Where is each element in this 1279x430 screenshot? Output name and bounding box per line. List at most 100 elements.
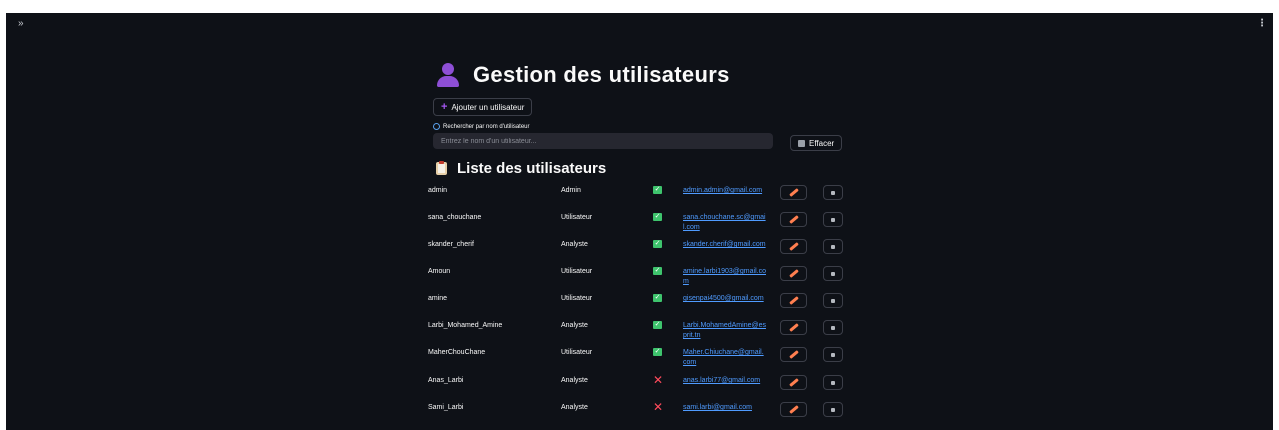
app-window: » ⋮ Gestion des utilisateurs + Ajouter u… <box>6 13 1273 430</box>
pencil-icon <box>788 269 799 278</box>
main-menu-button[interactable]: ⋮ <box>1257 18 1267 29</box>
add-user-button[interactable]: + Ajouter un utilisateur <box>433 98 533 116</box>
check-icon: ✓ <box>653 267 662 275</box>
trash-icon <box>831 271 835 276</box>
table-row: amine Utilisateur ✓ gisenpai4500@gmail.c… <box>428 291 861 315</box>
pencil-icon <box>788 215 799 224</box>
email-link[interactable]: sami.larbi@gmail.com <box>683 403 767 413</box>
email-link[interactable]: Larbi.MohamedAmine@esprit.tn <box>683 321 767 341</box>
email-link[interactable]: admin.admin@gmail.com <box>683 186 767 196</box>
trash-icon <box>831 380 835 385</box>
pencil-icon <box>788 405 799 414</box>
edit-button[interactable] <box>780 402 807 417</box>
pencil-icon <box>788 188 799 197</box>
table-row: skander_cherif Analyste ✓ skander.cherif… <box>428 237 861 261</box>
role-cell: Utilisateur <box>561 214 593 221</box>
delete-button[interactable] <box>823 347 843 362</box>
role-cell: Analyste <box>561 404 588 411</box>
role-cell: Utilisateur <box>561 268 593 275</box>
role-cell: Analyste <box>561 377 588 384</box>
user-silhouette-icon <box>437 63 459 87</box>
role-cell: Utilisateur <box>561 349 593 356</box>
pencil-icon <box>788 242 799 251</box>
search-input[interactable] <box>433 133 773 149</box>
clipboard-icon <box>436 161 447 175</box>
delete-button[interactable] <box>823 402 843 417</box>
email-link[interactable]: amine.larbi1903@gmail.com <box>683 267 767 287</box>
check-icon: ✓ <box>653 348 662 356</box>
delete-button[interactable] <box>823 266 843 281</box>
username-cell: admin <box>428 187 448 194</box>
delete-button[interactable] <box>823 293 843 308</box>
role-cell: Utilisateur <box>561 295 593 302</box>
table-row: Sami_Larbi Analyste ✕ sami.larbi@gmail.c… <box>428 400 861 424</box>
username-cell: Larbi_Mohamed_Amine <box>428 322 503 329</box>
pencil-icon <box>788 323 799 332</box>
table-row: Anas_Larbi Analyste ✕ anas.larbi77@gmail… <box>428 373 861 397</box>
search-label-text: Rechercher par nom d'utilisateur <box>443 123 530 130</box>
check-icon: ✓ <box>653 294 662 302</box>
username-cell: Amoun <box>428 268 451 275</box>
trash-icon <box>831 217 835 222</box>
email-link[interactable]: anas.larbi77@gmail.com <box>683 376 767 386</box>
check-icon: ✓ <box>653 186 662 194</box>
sidebar-toggle-button[interactable]: » <box>18 18 24 29</box>
trash-icon <box>798 139 805 147</box>
clear-button[interactable]: Effacer <box>790 135 843 151</box>
role-cell: Analyste <box>561 241 588 248</box>
search-icon <box>433 123 440 130</box>
page-header: Gestion des utilisateurs <box>437 57 730 93</box>
delete-button[interactable] <box>823 239 843 254</box>
username-cell: Anas_Larbi <box>428 377 464 384</box>
table-row: sana_chouchane Utilisateur ✓ sana.chouch… <box>428 210 861 234</box>
edit-button[interactable] <box>780 293 807 308</box>
trash-icon <box>831 190 835 195</box>
delete-button[interactable] <box>823 320 843 335</box>
email-link[interactable]: sana.chouchane.sc@gmail.com <box>683 213 767 233</box>
list-header: Liste des utilisateurs <box>436 160 606 177</box>
page-title: Gestion des utilisateurs <box>473 62 730 87</box>
delete-button[interactable] <box>823 185 843 200</box>
delete-button[interactable] <box>823 212 843 227</box>
pencil-icon <box>788 378 799 387</box>
trash-icon <box>831 325 835 330</box>
role-cell: Admin <box>561 187 581 194</box>
username-cell: MaherChouChane <box>428 349 486 356</box>
clear-label: Effacer <box>809 138 835 148</box>
trash-icon <box>831 352 835 357</box>
pencil-icon <box>788 296 799 305</box>
edit-button[interactable] <box>780 212 807 227</box>
trash-icon <box>831 244 835 249</box>
check-icon: ✓ <box>653 321 662 329</box>
trash-icon <box>831 298 835 303</box>
add-user-label: Ajouter un utilisateur <box>451 102 525 112</box>
edit-button[interactable] <box>780 185 807 200</box>
trash-icon <box>831 407 835 412</box>
email-link[interactable]: Maher.Chiuchane@gmail.com <box>683 348 767 368</box>
username-cell: Sami_Larbi <box>428 404 464 411</box>
pencil-icon <box>788 350 799 359</box>
email-link[interactable]: skander.cherif@gmail.com <box>683 240 767 250</box>
table-row: admin Admin ✓ admin.admin@gmail.com <box>428 183 861 207</box>
check-icon: ✓ <box>653 240 662 248</box>
search-label: Rechercher par nom d'utilisateur <box>433 123 530 130</box>
check-icon: ✓ <box>653 213 662 221</box>
edit-button[interactable] <box>780 320 807 335</box>
cross-icon: ✕ <box>653 400 664 414</box>
plus-icon: + <box>441 100 448 113</box>
username-cell: skander_cherif <box>428 241 474 248</box>
table-row: Larbi_Mohamed_Amine Analyste ✓ Larbi.Moh… <box>428 318 861 342</box>
table-row: MaherChouChane Utilisateur ✓ Maher.Chiuc… <box>428 345 861 369</box>
edit-button[interactable] <box>780 266 807 281</box>
list-title: Liste des utilisateurs <box>457 160 607 177</box>
edit-button[interactable] <box>780 375 807 390</box>
username-cell: sana_chouchane <box>428 214 482 221</box>
username-cell: amine <box>428 295 448 302</box>
edit-button[interactable] <box>780 347 807 362</box>
edit-button[interactable] <box>780 239 807 254</box>
cross-icon: ✕ <box>653 373 664 387</box>
email-link[interactable]: gisenpai4500@gmail.com <box>683 294 767 304</box>
delete-button[interactable] <box>823 375 843 390</box>
role-cell: Analyste <box>561 322 588 329</box>
table-row: Amoun Utilisateur ✓ amine.larbi1903@gmai… <box>428 264 861 288</box>
